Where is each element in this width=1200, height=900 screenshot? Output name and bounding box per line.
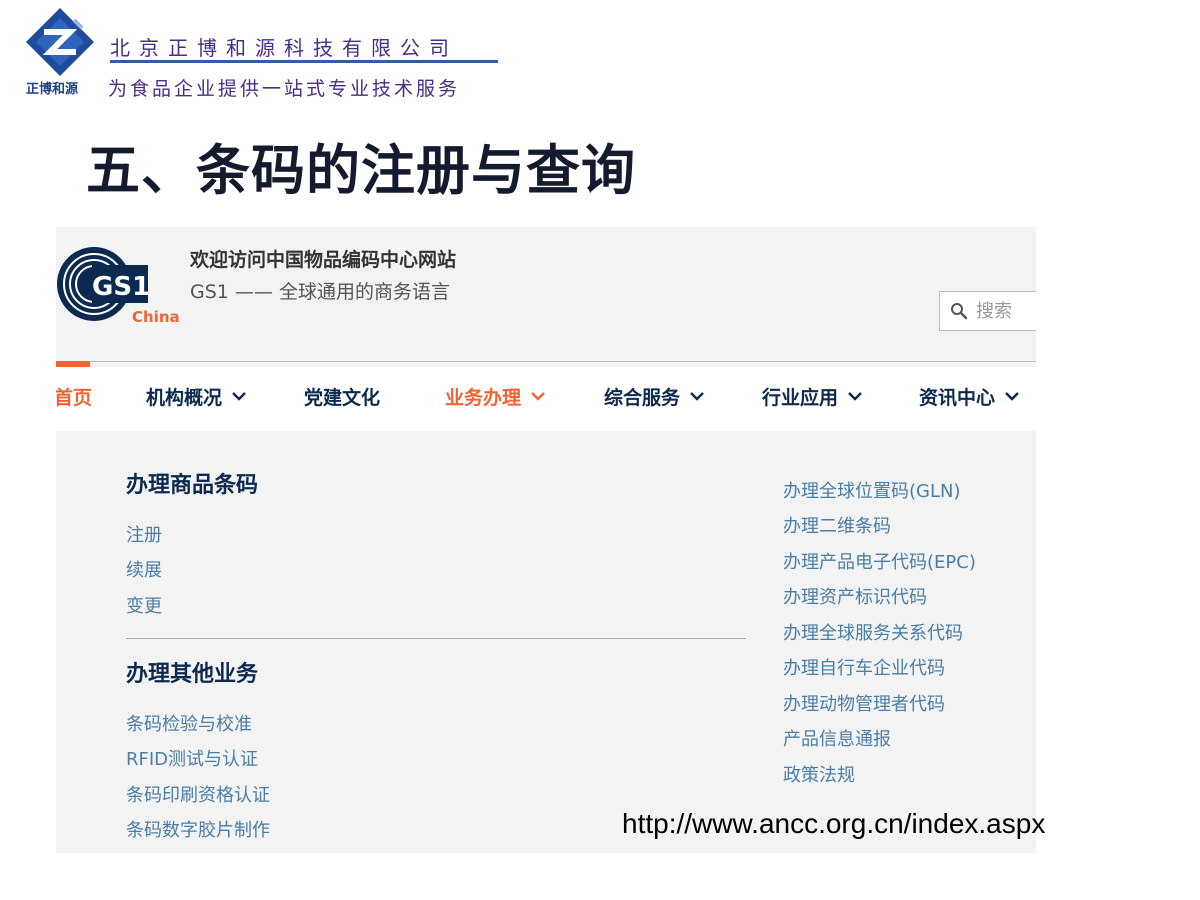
nav-label: 行业应用 <box>762 386 839 409</box>
chevron-down-icon <box>531 392 545 401</box>
dropdown-divider <box>126 638 746 639</box>
slide: 正博和源 北京正博和源科技有限公司 为食品企业提供一站式专业技术服务 五、条码的… <box>0 0 1200 900</box>
nav-divider <box>90 361 1036 362</box>
company-tagline: 为食品企业提供一站式专业技术服务 <box>108 78 461 100</box>
company-underline <box>110 60 498 63</box>
website-url: http://www.ancc.org.cn/index.aspx <box>622 808 1046 839</box>
nav-label: 资讯中心 <box>919 386 996 409</box>
nav-label: 首页 <box>56 386 93 409</box>
dropdown-heading-other: 办理其他业务 <box>126 662 259 687</box>
dropdown-link-epc[interactable]: 办理产品电子代码(EPC) <box>783 548 976 574</box>
company-name: 北京正博和源科技有限公司 <box>110 36 458 60</box>
dropdown-link-gsrn[interactable]: 办理全球服务关系代码 <box>783 619 963 645</box>
company-logo-icon <box>26 8 94 76</box>
site-slogan: GS1 —— 全球通用的商务语言 <box>190 281 450 303</box>
search-icon[interactable] <box>950 302 968 320</box>
nav-news[interactable]: 资讯中心 <box>919 381 1019 411</box>
dropdown-link-product-info[interactable]: 产品信息通报 <box>783 725 891 751</box>
nav-label: 业务办理 <box>445 386 522 409</box>
nav-services[interactable]: 综合服务 <box>604 381 704 411</box>
dropdown-link-gln[interactable]: 办理全球位置码(GLN) <box>783 477 961 503</box>
website-screenshot: GS1 China 欢迎访问中国物品编码中心网站 GS1 —— 全球通用的商务语… <box>56 227 1036 853</box>
dropdown-link-policy[interactable]: 政策法规 <box>783 761 855 787</box>
nav-label: 机构概况 <box>146 386 223 409</box>
chevron-down-icon <box>848 392 862 401</box>
dropdown-link-renew[interactable]: 续展 <box>126 556 162 582</box>
nav-label: 党建文化 <box>304 386 381 409</box>
gs1-logo-icon: GS1 China <box>57 247 180 326</box>
dropdown-link-asset-code[interactable]: 办理资产标识代码 <box>783 583 927 609</box>
nav-industry[interactable]: 行业应用 <box>762 381 862 411</box>
gs1-logo[interactable]: GS1 China <box>56 245 186 335</box>
nav-about[interactable]: 机构概况 <box>146 381 246 411</box>
dropdown-link-animal[interactable]: 办理动物管理者代码 <box>783 690 945 716</box>
dropdown-link-film[interactable]: 条码数字胶片制作 <box>126 816 270 842</box>
site-welcome: 欢迎访问中国物品编码中心网站 <box>190 249 457 271</box>
chevron-down-icon <box>1005 392 1019 401</box>
chevron-down-icon <box>232 392 246 401</box>
dropdown-link-bicycle[interactable]: 办理自行车企业代码 <box>783 654 945 680</box>
dropdown-heading-barcode: 办理商品条码 <box>126 473 259 498</box>
dropdown-link-qrcode[interactable]: 办理二维条码 <box>783 512 891 538</box>
dropdown-link-print-cert[interactable]: 条码印刷资格认证 <box>126 781 270 807</box>
dropdown-link-inspection[interactable]: 条码检验与校准 <box>126 710 252 736</box>
chevron-down-icon <box>690 392 704 401</box>
nav-home[interactable]: 首页 <box>56 381 92 411</box>
dropdown-link-change[interactable]: 变更 <box>126 592 162 618</box>
slide-title: 五、条码的注册与查询 <box>86 139 636 202</box>
dropdown-link-register[interactable]: 注册 <box>126 521 162 547</box>
nav-label: 综合服务 <box>604 386 681 409</box>
main-nav: 首页 机构概况 党建文化 业务办理 综合服务 行业应用 资讯中心 <box>56 367 1036 431</box>
search-input[interactable] <box>976 298 1036 324</box>
gs1-logo-sub: China <box>132 308 180 326</box>
gs1-logo-text: GS1 <box>92 272 150 302</box>
search-box[interactable] <box>939 291 1036 331</box>
dropdown-link-rfid[interactable]: RFID测试与认证 <box>126 745 258 771</box>
logo-caption: 正博和源 <box>26 82 79 97</box>
nav-party-culture[interactable]: 党建文化 <box>304 381 380 411</box>
nav-business[interactable]: 业务办理 <box>445 381 545 411</box>
